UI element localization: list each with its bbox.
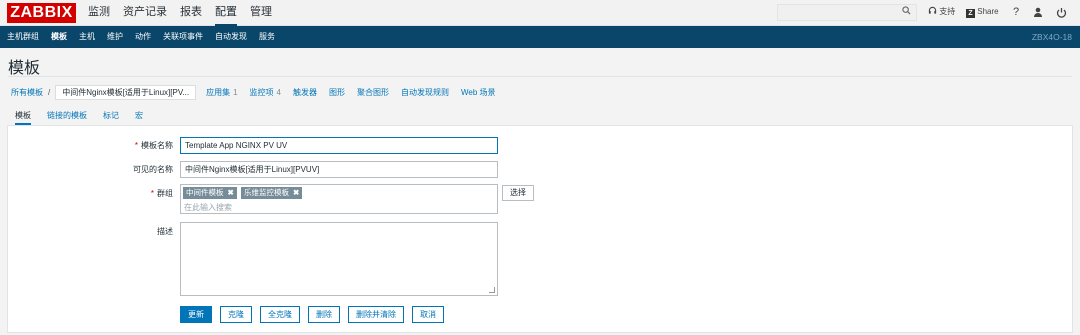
search-icon[interactable] [902, 6, 911, 15]
menu-configuration[interactable]: 配置 [215, 0, 237, 26]
visible-name-label: 可见的名称 [133, 165, 173, 174]
sub-menu: 主机群组 模板 主机 维护 动作 关联项事件 自动发现 服务 ZBX4O-18 [0, 26, 1080, 48]
submenu-actions[interactable]: 动作 [135, 26, 151, 48]
tab-tags[interactable]: 标记 [103, 108, 119, 125]
link-applications[interactable]: 应用集 1 [206, 87, 237, 98]
tab-linked-templates[interactable]: 链接的模板 [47, 108, 87, 125]
help-button[interactable]: ? [1013, 5, 1019, 19]
sign-out-icon[interactable] [1056, 7, 1067, 18]
link-screens[interactable]: 聚合图形 [357, 87, 389, 98]
zabbix-logo[interactable]: ZABBIX [7, 3, 76, 23]
submenu-maintenance[interactable]: 维护 [107, 26, 123, 48]
visible-name-input[interactable]: 中间件Nginx模板[适用于Linux][PVUV] [180, 161, 498, 178]
delete-and-clear-button[interactable]: 删除并清除 [348, 306, 404, 323]
resize-handle-icon[interactable] [489, 287, 495, 293]
page-title: 模板 [8, 60, 41, 77]
submenu-templates[interactable]: 模板 [51, 26, 67, 48]
global-search-input[interactable] [777, 4, 917, 21]
tab-macros[interactable]: 宏 [135, 108, 143, 125]
menu-administration[interactable]: 管理 [250, 0, 272, 26]
items-count: 4 [276, 88, 281, 97]
title-divider [8, 76, 1072, 77]
breadcrumb: 所有模板 / 中间件Nginx模板[适用于Linux][PV... 应用集 1 监… [11, 85, 508, 100]
share-label: Share [977, 7, 999, 16]
group-chip: 乐维监控模板 ✖ [241, 187, 303, 199]
link-discovery-rules[interactable]: 自动发现规则 [401, 87, 449, 98]
full-clone-button[interactable]: 全克隆 [260, 306, 300, 323]
required-marker: * [150, 189, 154, 198]
link-applications-label: 应用集 [206, 88, 231, 97]
headset-icon [928, 6, 937, 14]
update-button[interactable]: 更新 [180, 306, 212, 323]
applications-count: 1 [233, 88, 238, 97]
link-triggers[interactable]: 触发器 [293, 87, 317, 98]
groups-label: * 群组 [151, 188, 173, 199]
clone-button[interactable]: 克隆 [220, 306, 252, 323]
main-menu: 监测 资产记录 报表 配置 管理 [88, 0, 285, 26]
groups-search-placeholder[interactable]: 在此输入搜索 [184, 202, 232, 213]
group-chip-label: 乐维监控模板 [244, 188, 289, 197]
link-items[interactable]: 监控项 4 [250, 87, 281, 98]
user-profile-icon[interactable] [1033, 7, 1043, 18]
support-label: 支持 [939, 7, 956, 16]
share-link[interactable]: Z Share [966, 5, 999, 19]
description-label: 描述 [157, 227, 173, 236]
submenu-event-correlation[interactable]: 关联项事件 [163, 26, 203, 48]
groups-multiselect[interactable]: 中间件模板 ✖ 乐维监控模板 ✖ 在此输入搜索 [180, 184, 498, 214]
support-link[interactable]: 支持 [928, 5, 955, 19]
submenu-discovery[interactable]: 自动发现 [215, 26, 247, 48]
menu-inventory[interactable]: 资产记录 [123, 0, 167, 26]
tab-template[interactable]: 模板 [15, 108, 31, 125]
required-marker: * [134, 141, 138, 150]
group-chip-label: 中间件模板 [186, 188, 224, 197]
breadcrumb-current-template[interactable]: 中间件Nginx模板[适用于Linux][PV... [55, 85, 197, 100]
remove-chip-icon[interactable]: ✖ [228, 188, 234, 197]
submenu-services[interactable]: 服务 [259, 26, 275, 48]
cancel-button[interactable]: 取消 [412, 306, 444, 323]
template-name-label-text: 模板名称 [141, 141, 173, 150]
server-name: ZBX4O-18 [1031, 32, 1072, 42]
share-icon: Z [966, 9, 975, 18]
submenu-host-groups[interactable]: 主机群组 [7, 26, 39, 48]
remove-chip-icon[interactable]: ✖ [293, 188, 299, 197]
template-name-label: * 模板名称 [135, 140, 173, 151]
link-items-label: 监控项 [249, 88, 274, 97]
top-bar: ZABBIX 监测 资产记录 报表 配置 管理 支持 Z Share ? [0, 0, 1080, 26]
group-chip: 中间件模板 ✖ [183, 187, 237, 199]
groups-label-text: 群组 [157, 189, 173, 198]
menu-reports[interactable]: 报表 [180, 0, 202, 26]
breadcrumb-separator: / [48, 88, 51, 97]
template-name-input[interactable]: Template App NGINX PV UV [180, 137, 498, 154]
submenu-hosts[interactable]: 主机 [79, 26, 95, 48]
breadcrumb-all-templates[interactable]: 所有模板 [11, 87, 43, 98]
menu-monitoring[interactable]: 监测 [88, 0, 110, 26]
delete-button[interactable]: 删除 [308, 306, 340, 323]
link-graphs[interactable]: 图形 [329, 87, 345, 98]
form-actions: 更新 克隆 全克隆 删除 删除并清除 取消 [180, 306, 452, 323]
description-textarea[interactable] [180, 222, 498, 296]
form-tab-bar: 模板 链接的模板 标记 宏 [7, 108, 1073, 126]
link-web-scenarios[interactable]: Web 场景 [461, 87, 496, 98]
select-groups-button[interactable]: 选择 [502, 185, 534, 201]
